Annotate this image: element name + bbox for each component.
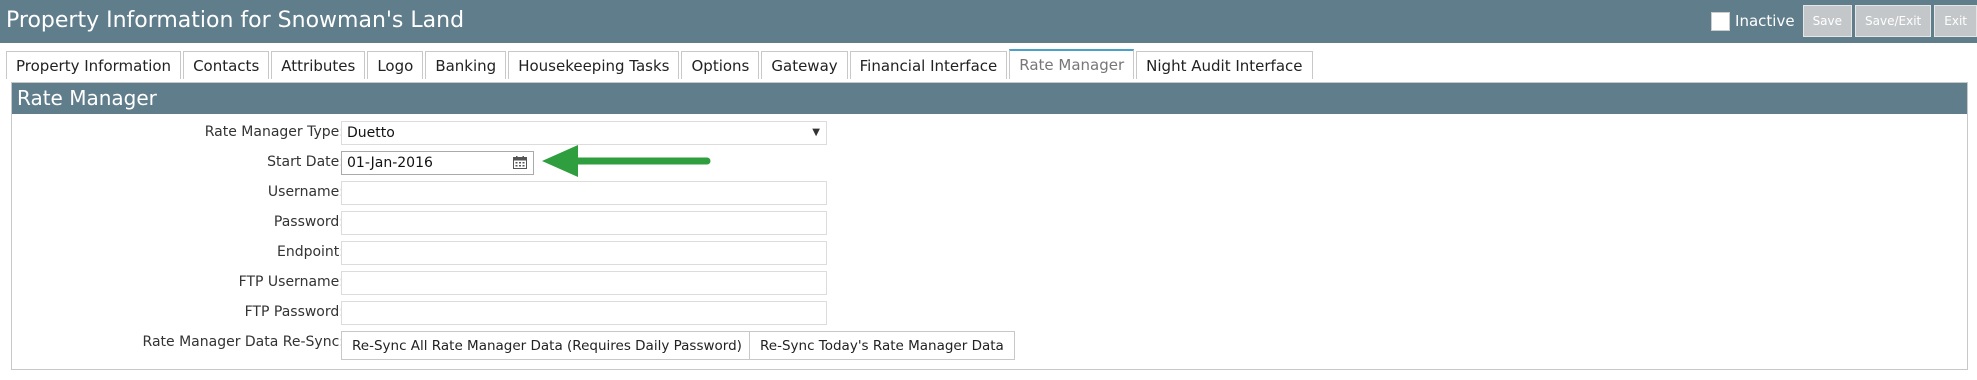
resync-label: Rate Manager Data Re-Sync: [142,334,344,350]
rate-manager-panel: Rate Manager Rate Manager Type: Duetto ▼… [11,82,1968,370]
tab-logo[interactable]: Logo [367,51,424,79]
ftp-password-row: FTP Password: [12,301,1967,325]
endpoint-input[interactable] [341,241,827,265]
page-title: Property Information for Snowman's Land [6,8,465,33]
inactive-label: Inactive [1735,12,1795,30]
start-date-row: Start Date: 01-Jan-2016 [12,151,1967,175]
ftp-username-input[interactable] [341,271,827,295]
inactive-checkbox[interactable] [1711,11,1731,31]
ftp-username-row: FTP Username: [12,271,1967,295]
ftp-username-label: FTP Username: [238,274,344,290]
tab-housekeeping-tasks[interactable]: Housekeeping Tasks [508,51,680,79]
tab-contacts[interactable]: Contacts [183,51,270,79]
endpoint-row: Endpoint: [12,241,1967,265]
tab-bar: Property Information Contacts Attributes… [6,49,1315,79]
resync-row: Rate Manager Data Re-Sync: Re-Sync All R… [12,331,1967,360]
password-label: Password: [273,214,344,230]
ftp-password-label: FTP Password: [244,304,344,320]
header-controls: Inactive Save Save/Exit Exit [1711,5,1977,37]
rate-manager-type-row: Rate Manager Type: Duetto ▼ [12,121,1967,145]
start-date-input[interactable]: 01-Jan-2016 [341,151,534,175]
tab-night-audit-interface[interactable]: Night Audit Interface [1136,51,1313,79]
save-exit-button[interactable]: Save/Exit [1855,5,1932,37]
start-date-value: 01-Jan-2016 [347,155,433,171]
rate-manager-type-label: Rate Manager Type: [204,124,344,140]
start-date-label: Start Date: [267,154,344,170]
tab-gateway[interactable]: Gateway [761,51,848,79]
window-header: Property Information for Snowman's Land … [0,0,1977,43]
rate-manager-type-select[interactable]: Duetto ▼ [341,121,827,145]
tab-banking[interactable]: Banking [425,51,507,79]
username-input[interactable] [341,181,827,205]
tab-financial-interface[interactable]: Financial Interface [849,51,1008,79]
save-button[interactable]: Save [1802,5,1853,37]
password-row: Password: [12,211,1967,235]
password-input[interactable] [341,211,827,235]
resync-today-button[interactable]: Re-Sync Today's Rate Manager Data [749,331,1015,360]
tab-options[interactable]: Options [681,51,760,79]
username-row: Username: [12,181,1967,205]
tab-property-information[interactable]: Property Information [6,51,182,79]
tab-rate-manager[interactable]: Rate Manager [1009,49,1135,79]
chevron-down-icon: ▼ [812,127,820,138]
endpoint-label: Endpoint: [276,244,344,260]
resync-all-button[interactable]: Re-Sync All Rate Manager Data (Requires … [341,331,753,360]
calendar-icon[interactable] [513,156,527,169]
tab-attributes[interactable]: Attributes [271,51,366,79]
ftp-password-input[interactable] [341,301,827,325]
panel-title: Rate Manager [12,83,1967,114]
annotation-arrow-icon [542,145,711,177]
exit-button[interactable]: Exit [1934,5,1977,37]
rate-manager-type-value: Duetto [347,125,395,141]
username-label: Username: [267,184,344,200]
